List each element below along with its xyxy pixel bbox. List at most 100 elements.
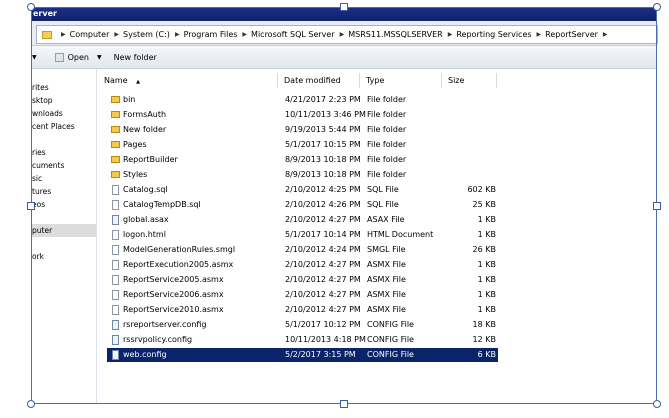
file-row[interactable]: logon.html 5/1/2017 10:14 PM HTML Document… — [107, 228, 498, 242]
file-date: 2/10/2012 4:25 PM — [285, 185, 361, 194]
file-date: 2/10/2012 4:27 PM — [285, 290, 361, 299]
chevron-right-icon[interactable]: ▶ — [340, 31, 345, 38]
file-name: ModelGenerationRules.smgl — [123, 245, 236, 254]
file-row[interactable]: ReportBuilder 8/9/2013 10:18 PM File folde… — [107, 153, 498, 167]
file-date: 10/11/2013 4:18 PM — [285, 335, 366, 344]
new-folder-button[interactable]: New folder — [110, 49, 161, 66]
resize-handle-left[interactable] — [27, 202, 35, 210]
file-row[interactable]: ReportExecution2005.asmx 2/10/2012 4:27 P… — [107, 258, 498, 272]
file-type: CONFIG File — [367, 350, 414, 359]
file-date: 10/11/2013 3:46 PM — [285, 110, 366, 119]
chevron-right-icon[interactable]: ▶ — [603, 31, 608, 38]
resize-handle-right[interactable] — [653, 202, 661, 210]
file-icon — [112, 260, 119, 270]
resize-handle-top-left[interactable] — [27, 3, 35, 11]
file-size: 26 KB — [472, 245, 496, 254]
nav-item[interactable]: cent Places — [32, 122, 75, 131]
file-type: ASMX File — [367, 305, 406, 314]
resize-handle-top-right[interactable] — [653, 3, 661, 11]
chevron-right-icon[interactable]: ▶ — [537, 31, 542, 38]
file-row[interactable]: ReportService2006.asmx 2/10/2012 4:27 PM A… — [107, 288, 498, 302]
folder-icon — [111, 171, 120, 178]
resize-handle-bottom-right[interactable] — [653, 400, 661, 408]
navigation-pane: rites sktop wnloads cent Places ries cuments s… — [32, 69, 97, 403]
file-type: File folder — [367, 155, 407, 164]
chevron-down-icon: ▼ — [97, 53, 102, 61]
nav-item[interactable]: ries — [32, 148, 46, 157]
file-name: New folder — [123, 125, 167, 134]
open-button[interactable]: Open — [51, 49, 93, 66]
file-row[interactable]: New folder 9/19/2013 5:44 PM File folder — [107, 123, 498, 137]
file-row[interactable]: rssrvpolicy.config 10/11/2013 4:18 PM CONF… — [107, 333, 498, 347]
file-name: ReportBuilder — [123, 155, 178, 164]
file-icon — [112, 200, 119, 210]
resize-handle-bottom-left[interactable] — [27, 400, 35, 408]
file-row[interactable]: FormsAuth 10/11/2013 3:46 PM File folder — [107, 108, 498, 122]
chevron-right-icon[interactable]: ▶ — [175, 31, 180, 38]
file-date: 5/1/2017 10:15 PM — [285, 140, 361, 149]
nav-item[interactable]: tures — [32, 187, 51, 196]
file-row[interactable]: ModelGenerationRules.smgl 2/10/2012 4:24 … — [107, 243, 498, 257]
chevron-right-icon[interactable]: ▶ — [448, 31, 453, 38]
file-date: 2/10/2012 4:27 PM — [285, 275, 361, 284]
file-type: File folder — [367, 140, 407, 149]
file-date: 2/10/2012 4:27 PM — [285, 305, 361, 314]
folder-icon — [111, 96, 120, 103]
file-row[interactable]: ReportService2005.asmx 2/10/2012 4:27 PM A… — [107, 273, 498, 287]
file-row[interactable]: bin 4/21/2017 2:23 PM File folder — [107, 93, 498, 107]
file-size: 1 KB — [477, 260, 496, 269]
nav-item[interactable]: sktop — [32, 96, 53, 105]
file-row[interactable]: rsreportserver.config 5/1/2017 10:12 PM CO… — [107, 318, 498, 332]
breadcrumb-label: Reporting Services — [456, 30, 532, 39]
column-label-type: Type — [366, 76, 385, 85]
resize-handle-bottom-center[interactable] — [340, 400, 348, 408]
file-name: Styles — [123, 170, 148, 179]
file-row[interactable]: Styles 8/9/2013 10:18 PM File folder — [107, 168, 498, 182]
config-file-icon — [112, 215, 119, 225]
file-name: logon.html — [123, 230, 166, 239]
column-header-size[interactable]: Size — [442, 73, 497, 88]
breadcrumb-item[interactable]: ▶ Computer — [56, 30, 109, 39]
chevron-right-icon[interactable]: ▶ — [242, 31, 247, 38]
file-type: ASMX File — [367, 260, 406, 269]
file-row[interactable]: CatalogTempDB.sql 2/10/2012 4:26 PM SQL Fi… — [107, 198, 498, 212]
column-header-name[interactable]: Name ▲ — [98, 73, 278, 88]
column-header-type[interactable]: Type — [360, 73, 442, 88]
nav-item[interactable]: puter — [32, 226, 52, 235]
folder-icon — [111, 156, 120, 163]
file-type: File folder — [367, 95, 407, 104]
address-field[interactable]: ▶ Computer ▶ System (C:) ▶ Program Files ▶ Micr… — [36, 25, 658, 44]
breadcrumb-item[interactable]: ▶ System (C:) — [109, 30, 170, 39]
organize-dropdown-arrow[interactable]: ▼ — [32, 49, 41, 66]
file-row[interactable]: Catalog.sql 2/10/2012 4:25 PM SQL File 602 … — [107, 183, 498, 197]
column-label-date: Date modified — [284, 76, 341, 85]
breadcrumb-item[interactable]: ▶ Program Files — [170, 30, 237, 39]
nav-item[interactable]: rites — [32, 83, 49, 92]
file-row[interactable]: global.asax 2/10/2012 4:27 PM ASAX File 1 K… — [107, 213, 498, 227]
file-name: ReportService2006.asmx — [123, 290, 224, 299]
resize-handle-top-center[interactable] — [340, 3, 348, 11]
breadcrumb-item[interactable]: ▶ Reporting Services — [443, 30, 532, 39]
file-row[interactable]: ReportService2010.asmx 2/10/2012 4:27 PM A… — [107, 303, 498, 317]
breadcrumb-item[interactable]: ▶ Microsoft SQL Server — [237, 30, 334, 39]
file-date: 2/10/2012 4:27 PM — [285, 260, 361, 269]
nav-item[interactable]: wnloads — [32, 109, 63, 118]
nav-item[interactable]: sic — [32, 174, 42, 183]
explorer-window: erver ▶ Computer ▶ System (C:) ▶ Program File… — [31, 7, 658, 404]
file-name: bin — [123, 95, 136, 104]
file-date: 8/9/2013 10:18 PM — [285, 155, 361, 164]
file-row[interactable]: Pages 5/1/2017 10:15 PM File folder — [107, 138, 498, 152]
file-date: 5/2/2017 3:15 PM — [285, 350, 356, 359]
chevron-right-icon[interactable]: ▶ — [61, 31, 66, 38]
column-header-date[interactable]: Date modified — [278, 73, 360, 88]
column-label-name: Name — [104, 76, 128, 85]
chevron-right-icon[interactable]: ▶ — [114, 31, 119, 38]
nav-item[interactable]: ork — [32, 252, 44, 261]
file-row[interactable]: web.config 5/2/2017 3:15 PM CONFIG File 6 K… — [107, 348, 498, 362]
breadcrumb-item[interactable]: ▶ MSRS11.MSSQLSERVER — [335, 30, 443, 39]
file-name: Pages — [123, 140, 147, 149]
file-type: HTML Document — [367, 230, 434, 239]
open-dropdown-arrow[interactable]: ▼ — [93, 49, 106, 66]
breadcrumb-item[interactable]: ▶ ReportServer — [532, 30, 598, 39]
nav-item[interactable]: cuments — [32, 161, 64, 170]
